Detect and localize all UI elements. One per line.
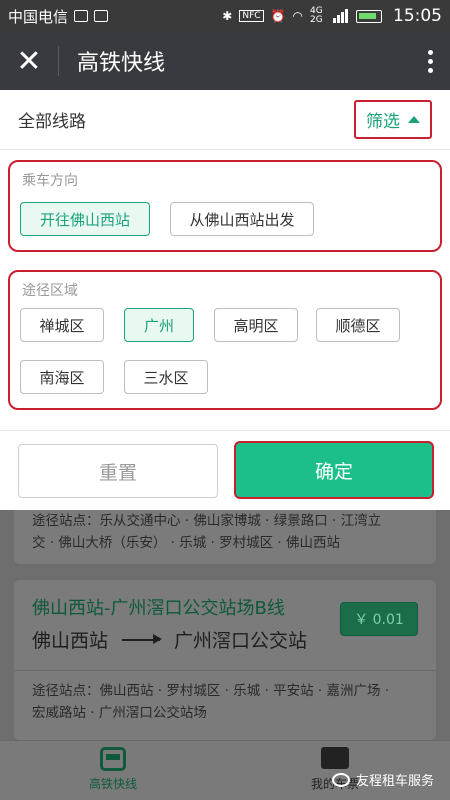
title-divider xyxy=(58,46,59,76)
title-bar: ✕ 高铁快线 xyxy=(0,32,450,90)
direction-title: 乘车方向 xyxy=(22,173,78,189)
filter-label: 筛选 xyxy=(366,112,400,132)
more-menu-icon[interactable] xyxy=(410,49,450,73)
tab-label: 高铁快线 xyxy=(88,777,137,791)
confirm-button[interactable]: 确定 xyxy=(234,441,434,499)
route-card[interactable]: 途径站点：乐从交通中心 · 佛山家博城 · 绿景路口 · 江湾立 交 · 佛山大… xyxy=(14,510,436,564)
image-icon xyxy=(74,10,89,22)
mail-icon xyxy=(94,10,109,22)
area-option-guangzhou[interactable]: 广州 xyxy=(124,308,194,342)
area-option-gaoming[interactable]: 高明区 xyxy=(214,308,298,342)
bus-icon xyxy=(100,747,126,771)
area-title: 途径区域 xyxy=(22,283,78,299)
filter-panel: 全部线路 筛选 乘车方向 开往佛山西站 从佛山西站出发 途径区域 禅城区 广州 … xyxy=(0,90,450,510)
direction-group: 乘车方向 开往佛山西站 从佛山西站出发 xyxy=(8,160,442,252)
wechat-icon xyxy=(331,772,350,787)
network-type: 4G 2G xyxy=(310,6,323,25)
route-from: 佛山西站 xyxy=(32,630,109,652)
route-to: 广州滘口公交站 xyxy=(174,630,308,652)
reset-button[interactable]: 重置 xyxy=(18,444,218,498)
route-list: 途径站点：乐从交通中心 · 佛山家博城 · 绿景路口 · 江湾立 交 · 佛山大… xyxy=(0,510,450,740)
divider xyxy=(14,670,436,671)
triangle-up-icon xyxy=(408,116,420,123)
filter-toggle-button[interactable]: 筛选 xyxy=(354,100,432,139)
area-option-chancheng[interactable]: 禅城区 xyxy=(20,308,104,342)
area-group: 途径区域 禅城区 广州 高明区 顺德区 南海区 三水区 xyxy=(8,270,442,410)
battery-icon xyxy=(356,9,382,23)
via-stations-line: 宏威路站 · 广州滘口公交站场 xyxy=(32,705,207,721)
all-routes-label: 全部线路 xyxy=(18,112,86,132)
carrier-label: 中国电信 xyxy=(8,7,69,26)
wifi-icon: ◠ xyxy=(292,9,303,23)
route-card[interactable]: 佛山西站-广州滘口公交站场B线 ￥ 0.01 佛山西站 广州滘口公交站 途径站点… xyxy=(14,580,436,740)
direction-option-to-foshan-west[interactable]: 开往佛山西站 xyxy=(20,202,150,236)
nfc-icon: NFC xyxy=(239,10,264,22)
alarm-icon: ⏰ xyxy=(270,9,286,23)
arrow-right-icon xyxy=(122,633,163,644)
all-routes-row: 全部线路 筛选 xyxy=(0,90,450,150)
via-stations-line: 途径站点：佛山西站 · 罗村城区 · 乐城 · 平安站 · 嘉洲广场 · xyxy=(32,683,390,699)
route-name: 佛山西站-广州滘口公交站场B线 xyxy=(32,598,285,619)
watermark: 友程租车服务 xyxy=(331,770,434,789)
signal-icon xyxy=(333,9,349,23)
via-stations-line: 交 · 佛山大桥（乐安） · 乐城 · 罗村城区 · 佛山西站 xyxy=(32,535,340,551)
direction-option-from-foshan-west[interactable]: 从佛山西站出发 xyxy=(170,202,314,236)
area-option-nanhai[interactable]: 南海区 xyxy=(20,360,104,394)
via-stations-line: 途径站点：乐从交通中心 · 佛山家博城 · 绿景路口 · 江湾立 xyxy=(32,513,382,529)
close-icon[interactable]: ✕ xyxy=(0,32,58,90)
price-badge[interactable]: ￥ 0.01 xyxy=(340,602,418,636)
clock: 15:05 xyxy=(393,6,442,26)
route-endpoints: 佛山西站 广州滘口公交站 xyxy=(32,626,307,653)
ticket-icon xyxy=(321,747,349,769)
bluetooth-icon: ✱ xyxy=(222,9,233,23)
watermark-text: 友程租车服务 xyxy=(355,774,434,789)
area-option-shunde[interactable]: 顺德区 xyxy=(316,308,400,342)
area-option-sanshui[interactable]: 三水区 xyxy=(124,360,208,394)
page-title: 高铁快线 xyxy=(77,51,166,76)
action-row: 重置 确定 xyxy=(0,430,450,510)
status-bar: 中国电信 ✱ NFC ⏰ ◠ 4G 2G 15:05 xyxy=(0,0,450,32)
tab-high-speed-line[interactable]: 高铁快线 xyxy=(68,747,158,792)
